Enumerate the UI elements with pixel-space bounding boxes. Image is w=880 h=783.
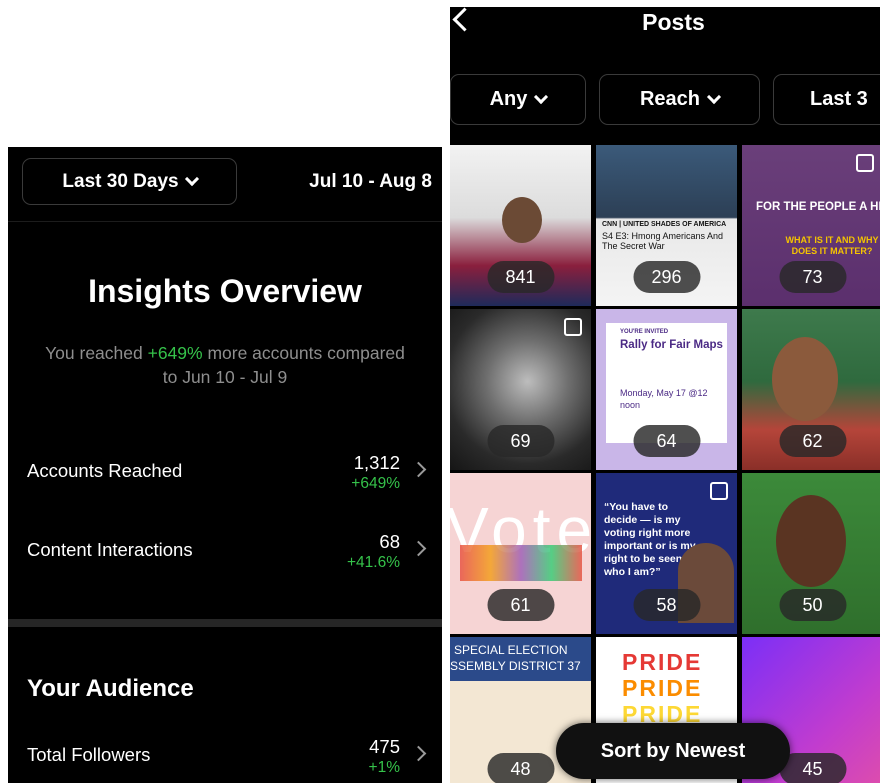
metric-content-interactions[interactable]: Content Interactions 68 +41.6% [8,531,442,581]
post-reach-count: 58 [633,589,700,621]
metric-value: 475 [369,736,400,757]
summary-delta: +649% [147,343,203,363]
metric-label: Total Followers [27,744,151,765]
post-reach-count: 73 [779,261,846,293]
chevron-right-icon [410,540,427,557]
page-title: Insights Overview [88,273,362,309]
metric-delta: +1% [368,759,400,776]
sort-button[interactable]: Sort by Newest [556,723,790,779]
filter-time-range[interactable]: Last 3 [773,74,880,125]
header-divider [8,221,442,222]
metric-total-followers[interactable]: Total Followers 475 +1% [8,736,442,783]
post-reach-count: 50 [779,589,846,621]
multi-image-icon [564,318,582,336]
filter-label: Any [489,88,528,110]
post-headline: S4 E3: Hmong Americans And The Secret Wa… [602,231,724,251]
post-headline-repeat: PRIDE [622,675,703,701]
metric-label: Accounts Reached [27,460,183,481]
post-reach-count: 62 [779,425,846,457]
post-tile[interactable]: 841 [450,145,591,306]
post-tile[interactable]: CNN | UNITED SHADES OF AMERICA S4 E3: Hm… [596,145,737,306]
post-reach-count: 841 [487,261,554,293]
filter-label: Reach [639,88,701,110]
post-headline: SPECIAL ELECTION [454,643,568,657]
post-tile[interactable]: 69 [450,309,591,470]
post-image-person [776,495,846,587]
metric-value: 1,312 [353,452,400,473]
metric-delta: +649% [351,475,400,492]
insights-header: Last 30 Days Jul 10 - Aug 8 [8,147,442,221]
post-illustration [460,545,582,581]
chevron-down-icon [534,89,549,104]
insights-panel: Last 30 Days Jul 10 - Aug 8 Insights Ove… [8,147,442,783]
post-reach-count: 296 [633,261,700,293]
post-headline: FOR THE PEOPLE A HR1/S1 [756,201,880,213]
metric-delta: +41.6% [346,554,400,571]
post-reach-count: 48 [487,753,554,783]
filter-label: Last 3 [810,88,868,110]
post-tile[interactable]: “You have to decide — is my voting right… [596,473,737,634]
post-headline: PRIDE [622,649,703,675]
multi-image-icon [710,482,728,500]
date-range-text: Jul 10 - Aug 8 [309,171,432,192]
post-reach-count: 61 [487,589,554,621]
posts-title: Posts [642,9,705,35]
post-tile[interactable]: FOR THE PEOPLE A HR1/S1 WHAT IS IT AND W… [742,145,880,306]
post-tag: YOU'RE INVITED [620,329,669,335]
post-reach-count: 64 [633,425,700,457]
post-tag: CNN | UNITED SHADES OF AMERICA [602,221,727,228]
post-tile[interactable]: 50 [742,473,880,634]
chevron-down-icon [184,171,199,186]
summary-prefix: You reached [45,343,148,363]
post-subtitle: WHAT IS IT AND WHY DOES IT MATTER? [785,235,879,256]
post-subtitle: Monday, May 17 @12 noon [620,388,708,410]
chevron-right-icon [410,745,427,762]
filter-metric[interactable]: Reach [599,74,760,125]
multi-image-icon [856,154,874,172]
post-reach-count: 69 [487,425,554,457]
post-tile[interactable]: 62 [742,309,880,470]
reach-summary: You reached +649% more accounts compared… [38,341,412,389]
post-tile[interactable]: Vote 61 [450,473,591,634]
date-range-label: Last 30 Days [62,170,179,192]
post-image-person [772,337,838,421]
post-image-person [502,197,542,243]
chevron-right-icon [410,461,427,478]
date-range-dropdown[interactable]: Last 30 Days [22,158,237,205]
section-divider [8,619,442,627]
metric-accounts-reached[interactable]: Accounts Reached 1,312 +649% [8,452,442,502]
chevron-down-icon [706,89,722,104]
metric-label: Content Interactions [27,539,193,560]
filter-post-type[interactable]: Any [450,74,586,125]
post-subtitle: SSEMBLY DISTRICT 37 [450,659,581,673]
metric-value: 68 [379,531,400,552]
post-headline: Rally for Fair Maps [620,339,723,351]
post-tile[interactable]: YOU'RE INVITED Rally for Fair Maps Monda… [596,309,737,470]
posts-panel: Posts Any Reach Last 3 841 CNN | UNITED … [450,7,880,783]
audience-heading: Your Audience [27,675,194,702]
